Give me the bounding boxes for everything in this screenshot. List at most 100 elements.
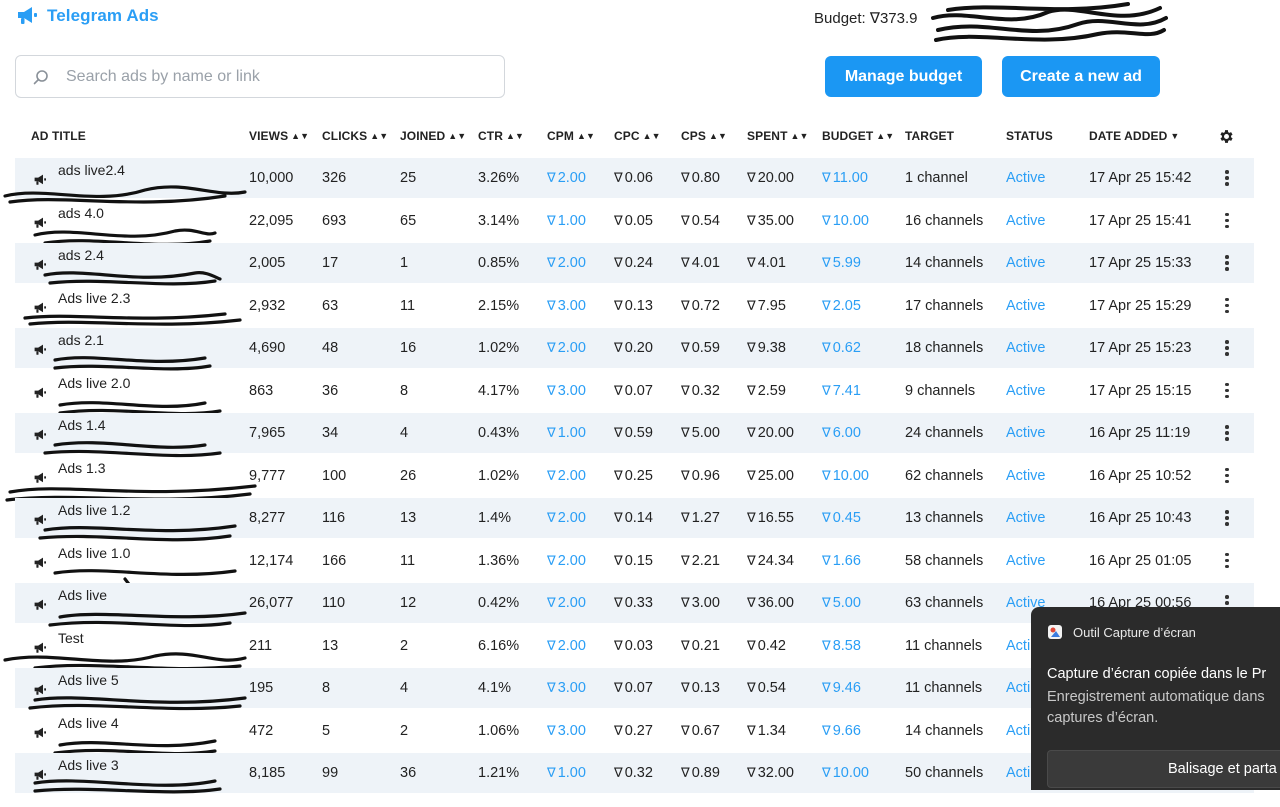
more-options-icon[interactable]	[1223, 170, 1231, 188]
column-header-budget[interactable]: BUDGET ▲▼	[822, 129, 894, 143]
budget-cell[interactable]: ∇ 5.99	[822, 255, 861, 271]
cpm-cell[interactable]: ∇ 3.00	[547, 298, 586, 314]
table-row[interactable]: Ads live 1.0 12,174 166 11 1.36% ∇ 2.00 ∇ 0.15 ∇ 2…	[15, 541, 1254, 595]
manage-budget-button[interactable]: Manage budget	[825, 56, 982, 97]
more-options-icon[interactable]	[1223, 255, 1231, 273]
target-cell: 58 channels	[905, 552, 984, 569]
views-cell: 2,005	[249, 255, 286, 271]
ad-title-link[interactable]: Ads live 2.3	[58, 290, 130, 306]
budget-cell[interactable]: ∇ 0.62	[822, 340, 861, 356]
ad-title-link[interactable]: Test	[58, 630, 84, 646]
table-row[interactable]: Ads 1.3 9,777 100 26 1.02% ∇ 2.00 ∇ 0.25 ∇ 0.96 ∇ 25…	[5, 456, 1254, 502]
ad-title-link[interactable]: Ads 1.3	[58, 460, 105, 476]
status-link[interactable]: Active	[1006, 170, 1046, 186]
cpm-cell[interactable]: ∇ 2.00	[547, 638, 586, 654]
cpm-cell[interactable]: ∇ 2.00	[547, 595, 586, 611]
status-link[interactable]: Active	[1006, 340, 1046, 356]
ad-title-link[interactable]: Ads live 5	[58, 672, 119, 688]
cpm-cell[interactable]: ∇ 2.00	[547, 510, 586, 526]
budget-cell[interactable]: ∇ 9.46	[822, 680, 861, 696]
ad-title-link[interactable]: ads 2.4	[58, 247, 104, 263]
status-link[interactable]: Active	[1006, 425, 1046, 441]
column-header-clicks[interactable]: CLICKS ▲▼	[322, 129, 388, 143]
status-link[interactable]: Active	[1006, 298, 1046, 314]
budget-cell[interactable]: ∇ 10.00	[822, 765, 869, 781]
column-header-cps[interactable]: CPS ▲▼	[681, 129, 727, 143]
status-link[interactable]: Active	[1006, 255, 1046, 271]
ad-title-link[interactable]: Ads live 2.0	[58, 375, 130, 391]
search-input[interactable]	[64, 66, 488, 87]
budget-cell[interactable]: ∇ 0.45	[822, 510, 861, 526]
status-link[interactable]: Active	[1006, 510, 1046, 526]
more-options-icon[interactable]	[1223, 552, 1231, 571]
budget-cell[interactable]: ∇ 2.05	[822, 298, 861, 314]
budget-cell[interactable]: ∇ 10.00	[822, 468, 869, 484]
toast-markup-button[interactable]: Balisage et parta	[1047, 750, 1280, 788]
ad-title-link[interactable]: Ads 1.4	[58, 417, 105, 433]
status-link[interactable]: Acti	[1006, 765, 1030, 781]
cpm-cell[interactable]: ∇ 2.00	[547, 170, 586, 186]
brand[interactable]: Telegram Ads	[16, 6, 159, 26]
create-ad-button[interactable]: Create a new ad	[1002, 56, 1160, 97]
cpm-cell[interactable]: ∇ 1.00	[547, 425, 586, 441]
clicks-cell: 36	[322, 382, 339, 399]
table-row[interactable]: ads 4.0 22,095 693 65 3.14% ∇ 1.00 ∇ 0.05 ∇ 0.54 ∇ 3…	[15, 201, 1254, 246]
table-row[interactable]: Ads live 2.3 2,932 63 11 2.15% ∇ 3.00 ∇ 0.13 ∇ 0.7…	[15, 286, 1254, 326]
ad-title-link[interactable]: ads live2.4	[58, 162, 125, 178]
more-options-icon[interactable]	[1223, 212, 1231, 231]
budget-cell[interactable]: ∇ 11.00	[822, 170, 868, 186]
table-row[interactable]: ads 2.4 2,005 17 1 0.85% ∇ 2.00 ∇ 0.24 ∇ 4.01 ∇ 4.01…	[15, 243, 1254, 286]
ad-title-link[interactable]: Ads live 4	[58, 715, 119, 731]
status-link[interactable]: Active	[1006, 553, 1046, 569]
cpm-cell[interactable]: ∇ 1.00	[547, 765, 586, 781]
cpm-cell[interactable]: ∇ 2.00	[547, 553, 586, 569]
ad-title-link[interactable]: Ads live 1.0	[58, 545, 130, 561]
table-row[interactable]: ads 2.1 4,690 48 16 1.02% ∇ 2.00 ∇ 0.20 ∇ 0.59 ∇ 9.3…	[15, 328, 1254, 371]
cpm-cell[interactable]: ∇ 3.00	[547, 383, 586, 399]
column-header-joined[interactable]: JOINED ▲▼	[400, 129, 466, 143]
ad-title-link[interactable]: ads 4.0	[58, 205, 104, 221]
cpm-cell[interactable]: ∇ 2.00	[547, 255, 586, 271]
cpm-cell[interactable]: ∇ 2.00	[547, 340, 586, 356]
status-link[interactable]: Acti	[1006, 723, 1030, 739]
column-header-date[interactable]: DATE ADDED ▼	[1089, 129, 1179, 143]
screenshot-toast[interactable]: Outil Capture d’écran Capture d’écran co…	[1031, 607, 1280, 790]
budget-cell[interactable]: ∇ 5.00	[822, 595, 861, 611]
column-header-cpm[interactable]: CPM ▲▼	[547, 129, 595, 143]
budget-cell[interactable]: ∇ 8.58	[822, 638, 861, 654]
budget-cell[interactable]: ∇ 9.66	[822, 723, 861, 739]
status-link[interactable]: Active	[1006, 468, 1046, 484]
column-header-views[interactable]: VIEWS ▲▼	[249, 129, 309, 143]
budget-cell[interactable]: ∇ 10.00	[822, 213, 869, 229]
more-options-icon[interactable]	[1223, 297, 1231, 316]
budget-cell[interactable]: ∇ 7.41	[822, 383, 861, 399]
more-options-icon[interactable]	[1223, 382, 1231, 401]
column-header-spent[interactable]: SPENT ▲▼	[747, 129, 809, 143]
status-link[interactable]: Active	[1006, 213, 1046, 229]
budget-cell[interactable]: ∇ 1.66	[822, 553, 861, 569]
search-box[interactable]	[15, 55, 505, 98]
more-options-icon[interactable]	[1223, 467, 1231, 486]
table-row[interactable]: ads live2.4 10,000 326 25 3.26% ∇ 2.00 ∇ 0.06 ∇ 0.…	[3, 158, 1254, 204]
column-header-ctr[interactable]: CTR ▲▼	[478, 129, 524, 143]
cpm-cell[interactable]: ∇ 2.00	[547, 468, 586, 484]
cpm-cell[interactable]: ∇ 3.00	[547, 723, 586, 739]
ad-title-link[interactable]: Ads live 1.2	[58, 502, 130, 518]
ad-title-link[interactable]: ads 2.1	[58, 332, 104, 348]
table-row[interactable]: Ads 1.4 7,965 34 4 0.43% ∇ 1.00 ∇ 0.59 ∇ 5.00 ∇ 20.0…	[15, 413, 1254, 458]
cpm-cell[interactable]: ∇ 1.00	[547, 213, 586, 229]
status-link[interactable]: Acti	[1006, 638, 1030, 654]
column-header-cpc[interactable]: CPC ▲▼	[614, 129, 661, 143]
budget-cell[interactable]: ∇ 6.00	[822, 425, 861, 441]
more-options-icon[interactable]	[1223, 425, 1231, 443]
more-options-icon[interactable]	[1223, 510, 1231, 528]
more-options-icon[interactable]	[1223, 340, 1231, 358]
gear-icon[interactable]	[1218, 128, 1235, 145]
status-link[interactable]: Acti	[1006, 680, 1030, 696]
ad-title-link[interactable]: Ads live	[58, 587, 107, 603]
ad-title-link[interactable]: Ads live 3	[58, 757, 119, 773]
table-row[interactable]: Ads live 2.0 863 36 8 4.17% ∇ 3.00 ∇ 0.07 ∇ 0.32 ∇ 2…	[15, 371, 1254, 415]
cpm-cell[interactable]: ∇ 3.00	[547, 680, 586, 696]
status-link[interactable]: Active	[1006, 383, 1046, 399]
table-row[interactable]: Ads live 1.2 8,277 116 13 1.4% ∇ 2.00 ∇ 0.14 ∇ 1.2…	[15, 498, 1254, 542]
